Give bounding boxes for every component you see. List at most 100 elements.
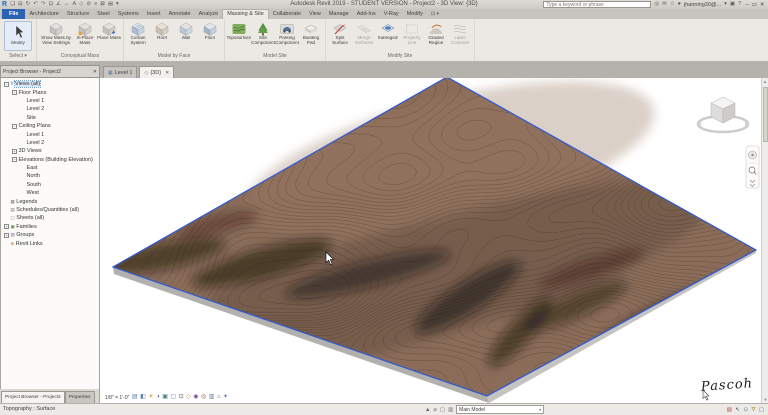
tree-item-elevations-building-elevation-[interactable]: −Elevations (Building Elevation) [1, 156, 99, 164]
close-button[interactable]: ✕ [758, 2, 766, 8]
workset-status-icon[interactable]: ▢ [440, 407, 445, 413]
tree-item-north[interactable]: North [1, 172, 99, 180]
print-icon[interactable]: ⊡ [48, 0, 53, 9]
tree-item-level-1[interactable]: Level 1 [1, 97, 99, 105]
tree-item-level-2[interactable]: Level 2 [1, 105, 99, 113]
tree-item-south[interactable]: South [1, 181, 99, 189]
building-pad-button[interactable]: Building Pad [299, 20, 323, 46]
expand-icon[interactable]: + [12, 149, 17, 154]
tab-annotate[interactable]: Annotate [165, 9, 195, 19]
viewcube[interactable] [696, 97, 750, 132]
tree-item-legends[interactable]: ▦Legends [1, 197, 99, 205]
background-processes-icon[interactable]: ⊙ [744, 407, 749, 413]
floor-button[interactable]: Floor [198, 20, 222, 41]
show-crop-region-icon[interactable]: ⊡ [179, 392, 184, 403]
modify-button[interactable]: Modify [4, 21, 32, 51]
restore-button[interactable]: ▭ [750, 2, 758, 8]
graded-region-button[interactable]: Graded Region [424, 20, 448, 46]
communication-center-icon[interactable]: ✉ [662, 0, 667, 9]
aligned-dimension-icon[interactable]: ↔ [64, 0, 70, 9]
undo-icon[interactable]: ↶ [33, 0, 38, 9]
ribbon-display-toggle-icon[interactable]: ⊡ ▾ [427, 9, 439, 19]
drawing-area[interactable]: Pascoh 1/8" = 1'-0" ▤◧☀◑▣▢⊡◇◉◎▥⌂✦ [100, 78, 761, 403]
expand-icon[interactable]: + [4, 233, 9, 238]
open-file-icon[interactable]: ❏ [10, 0, 15, 9]
tree-item-level-1[interactable]: Level 1 [1, 130, 99, 138]
user-interface-icon[interactable]: ▤ [108, 0, 113, 9]
tree-item-ceiling-plans[interactable]: −Ceiling Plans [1, 122, 99, 130]
tree-item-sheets-all-[interactable]: ▢Sheets (all) [1, 214, 99, 222]
help-icon[interactable]: ? [738, 0, 741, 9]
collapse-icon[interactable]: − [12, 124, 17, 129]
section-icon[interactable]: ⊘ [86, 0, 91, 9]
split-surface-button[interactable]: Split Surface [328, 20, 352, 46]
measure-icon[interactable]: ∠ [56, 0, 61, 9]
app-store-cart-icon[interactable]: ▣ [730, 0, 735, 9]
thin-lines-icon[interactable]: ≡ [94, 0, 97, 9]
tree-item-east[interactable]: East [1, 164, 99, 172]
selection-filter-icon[interactable]: ∇ [752, 407, 756, 413]
tree-item-3d-views[interactable]: +3D Views [1, 147, 99, 155]
text-note-icon[interactable]: A [72, 0, 76, 9]
favorites-star-icon[interactable]: ☆ [670, 0, 675, 9]
roof-button[interactable]: Roof [150, 20, 174, 41]
scroll-down-icon[interactable]: ▼ [762, 396, 768, 403]
worksharing-display-icon[interactable]: ▲ [425, 407, 430, 413]
signed-in-user[interactable]: jhanning30@... [684, 2, 721, 8]
3d-terrain-view[interactable] [100, 78, 761, 403]
tab-architecture[interactable]: Architecture [25, 9, 62, 19]
tab-collaborate[interactable]: Collaborate [269, 9, 305, 19]
crop-view-icon[interactable]: ▢ [170, 392, 176, 403]
tab-massing-site[interactable]: Massing & Site [222, 9, 269, 19]
tab-file[interactable]: File [2, 9, 25, 19]
reveal-hidden-elements-icon[interactable]: ◎ [201, 392, 206, 403]
detail-level-icon[interactable]: ▤ [132, 392, 138, 403]
show-rendering-dialog-icon[interactable]: ▣ [162, 392, 168, 403]
dock-tab-properties[interactable]: Properties [65, 391, 95, 403]
tree-item-revit-links[interactable]: ⊕Revit Links [1, 239, 99, 247]
expand-icon[interactable]: + [4, 224, 9, 229]
collapse-icon[interactable]: − [4, 82, 9, 87]
tab-steel[interactable]: Steel [93, 9, 114, 19]
view-tab-level-1[interactable]: ▦Level 1 [103, 66, 137, 78]
tab-structure[interactable]: Structure [63, 9, 93, 19]
tab-add-ins[interactable]: Add-Ins [353, 9, 380, 19]
tree-item-floor-plans[interactable]: −Floor Plans [1, 88, 99, 96]
editable-only-icon[interactable]: ▢ [759, 407, 764, 413]
editing-requests-icon[interactable]: ⌀ [433, 407, 436, 413]
show-analytical-model-icon[interactable]: ⌂ [217, 392, 221, 403]
view-scale[interactable]: 1/8" = 1'-0" [105, 395, 129, 401]
toposurface-button[interactable]: Toposurface [227, 20, 251, 41]
dropdown-arrow-icon[interactable]: ▾ [724, 0, 727, 9]
navigation-bar[interactable] [746, 146, 759, 188]
wall-button[interactable]: Wall [174, 20, 198, 41]
dock-tab-project[interactable]: Project Browser - Project2 [1, 391, 65, 403]
tree-item-west[interactable]: West [1, 189, 99, 197]
close-icon[interactable]: ✕ [165, 70, 169, 76]
unlocked-3d-view-icon[interactable]: ◇ [186, 392, 191, 403]
project-browser-header[interactable]: Project Browser - Project2 ✕ [0, 65, 100, 78]
tab-analyze[interactable]: Analyze [195, 9, 223, 19]
subregion-button[interactable]: Subregion [376, 20, 400, 41]
customize-quick-access-icon[interactable]: ▾ [116, 0, 119, 9]
shadows-icon[interactable]: ◑ [156, 392, 160, 403]
active-workset-icon[interactable]: ▥ [448, 407, 453, 413]
close-hidden-windows-icon[interactable]: ⊠ [100, 0, 105, 9]
tab-insert[interactable]: Insert [143, 9, 165, 19]
tree-item-views-all-[interactable]: −∇Views (all) [1, 80, 99, 88]
tree-item-site[interactable]: Site [1, 114, 99, 122]
search-input[interactable] [543, 1, 651, 8]
account-avatar-icon[interactable]: ● [678, 0, 681, 9]
parking-component-button[interactable]: Parking Component [275, 20, 299, 46]
tab-systems[interactable]: Systems [114, 9, 143, 19]
design-option-select[interactable]: Main Model ▾ [456, 405, 544, 414]
exclude-options-icon[interactable]: ▧ [727, 407, 732, 413]
tab-manage[interactable]: Manage [325, 9, 353, 19]
tree-item-schedules-quantities-all-[interactable]: ▤Schedules/Quantities (all) [1, 206, 99, 214]
redo-icon[interactable]: ↷ [41, 0, 46, 9]
collapse-icon[interactable]: − [12, 157, 17, 162]
tree-item-level-2[interactable]: Level 2 [1, 139, 99, 147]
revit-logo-icon[interactable]: R [2, 0, 7, 9]
close-icon[interactable]: ✕ [93, 69, 97, 75]
view-tab--3d-[interactable]: ◇{3D}✕ [139, 66, 174, 78]
